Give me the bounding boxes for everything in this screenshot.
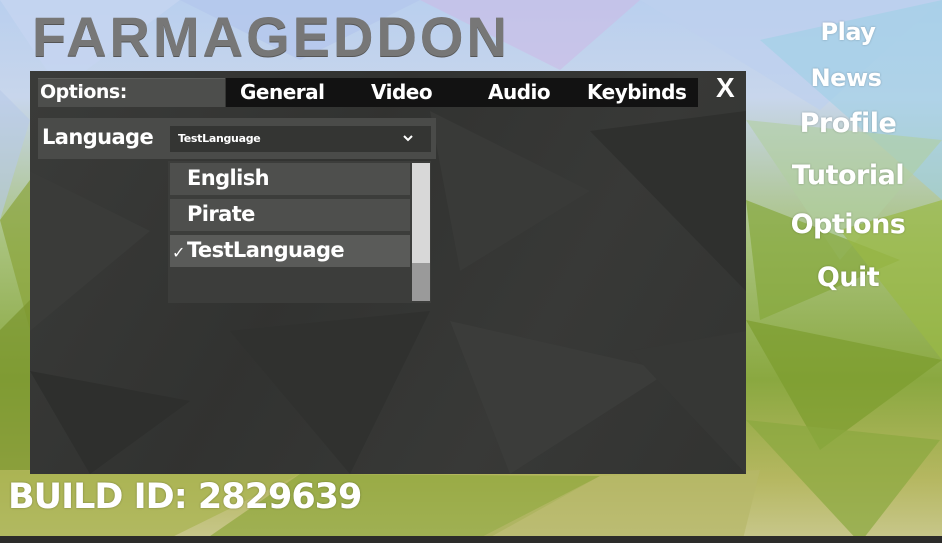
language-option-pirate[interactable]: Pirate bbox=[170, 199, 410, 231]
menu-tutorial-button[interactable]: Tutorial bbox=[780, 160, 916, 191]
menu-quit-button[interactable]: Quit bbox=[780, 262, 916, 293]
tab-keybinds[interactable]: Keybinds bbox=[587, 80, 687, 104]
menu-profile-button[interactable]: Profile bbox=[780, 108, 916, 139]
options-tab-bar: General Video Audio Keybinds bbox=[226, 78, 698, 107]
language-option-label: English bbox=[187, 166, 270, 190]
tab-general[interactable]: General bbox=[240, 80, 325, 104]
tab-video[interactable]: Video bbox=[371, 80, 433, 104]
build-id-label: BUILD ID: 2829639 bbox=[8, 477, 362, 517]
language-option-label: Pirate bbox=[187, 202, 255, 226]
game-title-logo: FARMAGEDDON bbox=[32, 5, 510, 68]
menu-news-button[interactable]: News bbox=[778, 64, 914, 92]
menu-play-button[interactable]: Play bbox=[780, 18, 916, 46]
scrollbar-track bbox=[412, 263, 430, 301]
language-dropdown[interactable]: TestLanguage bbox=[170, 126, 431, 152]
language-option-label: TestLanguage bbox=[187, 238, 345, 262]
language-selected-value: TestLanguage bbox=[178, 132, 261, 145]
scrollbar-thumb[interactable] bbox=[412, 163, 430, 263]
check-icon: ✓ bbox=[172, 243, 186, 262]
language-dropdown-list: English Pirate ✓ TestLanguage bbox=[168, 161, 431, 303]
options-panel: Options: General Video Audio Keybinds X … bbox=[30, 71, 746, 474]
language-option-english[interactable]: English bbox=[170, 163, 410, 195]
bottom-strip bbox=[0, 536, 942, 543]
chevron-down-icon bbox=[403, 135, 413, 142]
options-header: Options: bbox=[38, 78, 225, 107]
language-setting-row: Language TestLanguage bbox=[38, 118, 436, 159]
options-title: Options: bbox=[40, 81, 127, 103]
close-options-button[interactable]: X bbox=[716, 72, 735, 104]
menu-options-button[interactable]: Options bbox=[780, 209, 916, 240]
dropdown-scrollbar[interactable] bbox=[412, 163, 430, 301]
tab-audio[interactable]: Audio bbox=[488, 80, 551, 104]
language-label: Language bbox=[42, 125, 154, 149]
language-option-testlanguage[interactable]: ✓ TestLanguage bbox=[170, 235, 410, 267]
